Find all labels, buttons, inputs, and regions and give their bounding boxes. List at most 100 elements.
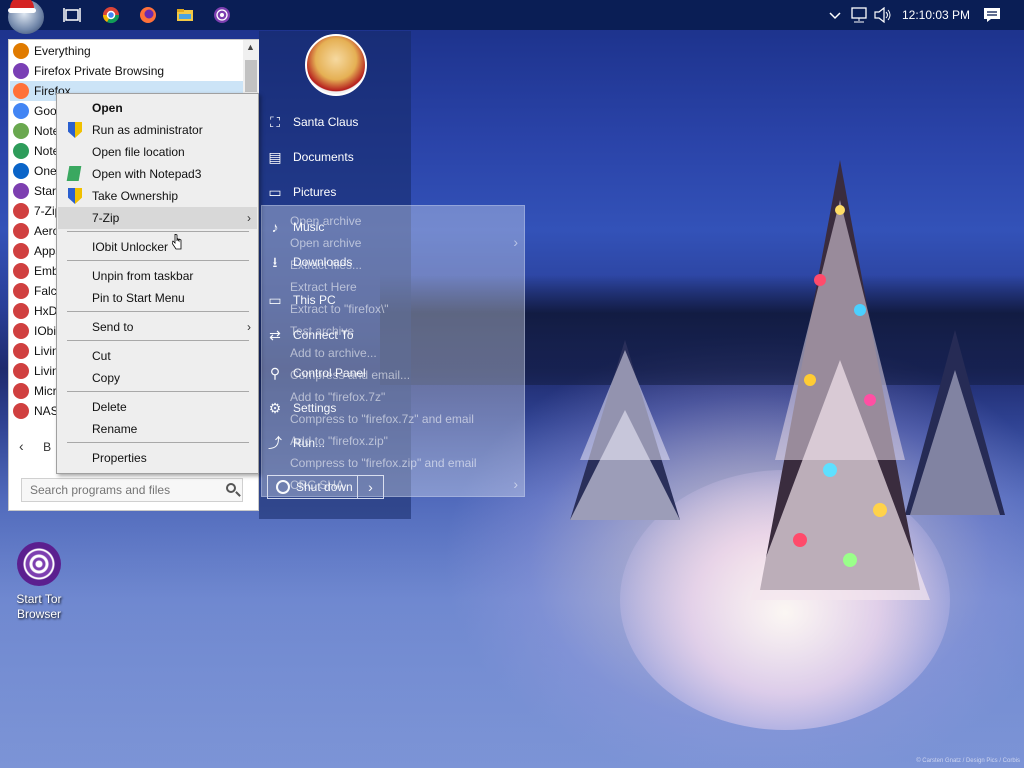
context-item-label: Delete <box>92 400 127 414</box>
documents-icon: ▤ <box>268 149 282 165</box>
firefox-private-icon <box>13 63 29 79</box>
seven-zip-menu-item[interactable]: Extract Here <box>290 280 357 298</box>
program-label: Livin <box>34 364 59 378</box>
taskbar: 12:10:03 PM <box>0 0 1024 34</box>
desktop-icon-tor-browser[interactable]: Start Tor Browser <box>10 542 68 622</box>
chrome-icon <box>13 103 29 119</box>
desktop-icon-label: Browser <box>16 607 61 621</box>
chevron-right-icon: › <box>247 211 251 225</box>
context-item-pin-to-start-menu[interactable]: Pin to Start Menu <box>58 287 257 309</box>
seven-zip-menu-item[interactable]: Extract to "firefox\" <box>290 302 389 320</box>
file-explorer-icon[interactable] <box>176 6 194 24</box>
program-label: Livin <box>34 344 59 358</box>
menu-separator <box>67 391 249 392</box>
context-item-open-with-notepad3[interactable]: Open with Notepad3 <box>58 163 257 185</box>
seven-zip-menu-item[interactable]: Compress and email... <box>290 368 410 386</box>
chevron-up-icon[interactable] <box>829 9 841 21</box>
chevron-left-icon: ‹ <box>19 438 24 454</box>
firefox-icon[interactable] <box>139 6 157 24</box>
seven-zip-menu-item[interactable]: Open archive <box>290 236 361 254</box>
context-item-7-zip[interactable]: 7-Zip › <box>58 207 257 229</box>
uac-shield-icon <box>68 188 84 204</box>
onedrive-icon <box>13 163 29 179</box>
context-item-iobit-unlocker[interactable]: IObit Unlocker <box>58 236 257 258</box>
user-avatar[interactable] <box>305 34 367 96</box>
scroll-up-icon[interactable]: ▲ <box>246 42 255 52</box>
context-item-rename[interactable]: Rename <box>58 418 257 440</box>
seven-zip-menu-item[interactable]: Compress to "firefox.7z" and email <box>290 412 474 430</box>
volume-icon[interactable] <box>874 7 892 23</box>
context-item-run-as-administrator[interactable]: Run as administrator <box>58 119 257 141</box>
start-link-documents[interactable]: ▤ Documents <box>267 146 407 168</box>
context-item-unpin-from-taskbar[interactable]: Unpin from taskbar <box>58 265 257 287</box>
seven-zip-menu-item[interactable]: Extract files... <box>290 258 362 276</box>
network-icon[interactable] <box>850 7 868 23</box>
seven-zip-menu-item[interactable]: Add to archive... <box>290 346 377 364</box>
context-item-cut[interactable]: Cut <box>58 345 257 367</box>
notification-icon[interactable] <box>983 7 1001 23</box>
program-item[interactable]: Everything <box>10 41 244 61</box>
context-item-label: Pin to Start Menu <box>92 291 185 305</box>
uac-shield-icon <box>68 122 84 138</box>
chrome-icon[interactable] <box>102 6 120 24</box>
context-item-delete[interactable]: Delete <box>58 396 257 418</box>
program-label: Emb <box>34 264 59 278</box>
menu-separator <box>67 231 249 232</box>
notepad-icon <box>13 123 29 139</box>
context-item-take-ownership[interactable]: Take Ownership <box>58 185 257 207</box>
menu-separator <box>67 442 249 443</box>
program-label: Goo <box>34 104 57 118</box>
christmas-tree <box>750 160 930 600</box>
back-button[interactable]: ‹ B <box>19 438 51 454</box>
start-button[interactable] <box>8 0 44 34</box>
app-icon <box>13 223 29 239</box>
context-item-label: Properties <box>92 451 147 465</box>
hand-cursor-icon <box>172 234 182 250</box>
seven-zip-menu-item[interactable]: Add to "firefox.7z" <box>290 390 385 408</box>
menu-separator <box>67 260 249 261</box>
app-icon <box>13 243 29 259</box>
program-label: HxD <box>34 304 58 318</box>
context-item-label: Open file location <box>92 145 185 159</box>
context-item-label: Take Ownership <box>92 189 179 203</box>
chevron-right-icon: › <box>247 320 251 334</box>
seven-zip-menu-item[interactable]: Add to "firefox.zip" <box>290 434 388 452</box>
program-label: Micr <box>34 384 57 398</box>
scrollbar-thumb[interactable] <box>245 60 257 92</box>
context-item-open[interactable]: Open <box>58 97 257 119</box>
start-link-label: Documents <box>293 150 354 164</box>
task-view-icon[interactable] <box>63 6 81 24</box>
context-menu: Open Run as administrator Open file locati… <box>56 93 259 474</box>
taskbar-clock[interactable]: 12:10:03 PM <box>902 8 970 22</box>
firefox-icon <box>13 83 29 99</box>
context-item-properties[interactable]: Properties <box>58 447 257 469</box>
search-input[interactable] <box>22 479 212 501</box>
notepad3-icon <box>66 166 84 182</box>
context-item-open-file-location[interactable]: Open file location <box>58 141 257 163</box>
chevron-right-icon: › <box>513 476 518 492</box>
search-box[interactable] <box>21 478 243 502</box>
tor-browser-icon[interactable] <box>213 6 231 24</box>
program-label: Everything <box>34 44 91 58</box>
seven-zip-menu-item[interactable]: Open archive <box>290 214 361 232</box>
app-icon <box>13 363 29 379</box>
wallpaper-credit: © Carsten Gnatz / Design Pics / Corbis <box>916 758 1020 764</box>
program-label: NAS <box>34 404 59 418</box>
search-icon[interactable] <box>226 483 236 493</box>
context-item-label: Rename <box>92 422 138 436</box>
context-item-label: Unpin from taskbar <box>92 269 194 283</box>
context-item-label: Run as administrator <box>92 123 203 137</box>
app-icon <box>13 383 29 399</box>
program-item[interactable]: Firefox Private Browsing <box>10 61 244 81</box>
context-item-label: 7-Zip <box>92 211 120 225</box>
context-item-copy[interactable]: Copy <box>58 367 257 389</box>
seven-zip-menu-item[interactable]: Test archive <box>290 324 354 342</box>
desktop-icon-label: Start Tor <box>16 592 62 606</box>
seven-zip-menu-item[interactable]: CRC SHA <box>290 478 344 496</box>
seven-zip-menu-item[interactable]: Compress to "firefox.zip" and email <box>290 456 477 474</box>
start-link-pictures[interactable]: ▭ Pictures <box>267 181 407 203</box>
santa-hat-icon <box>8 0 36 13</box>
context-item-send-to[interactable]: Send to › <box>58 316 257 338</box>
small-spruce-left <box>570 340 680 520</box>
start-link-santa-claus[interactable]: ⛶ Santa Claus <box>267 111 407 133</box>
